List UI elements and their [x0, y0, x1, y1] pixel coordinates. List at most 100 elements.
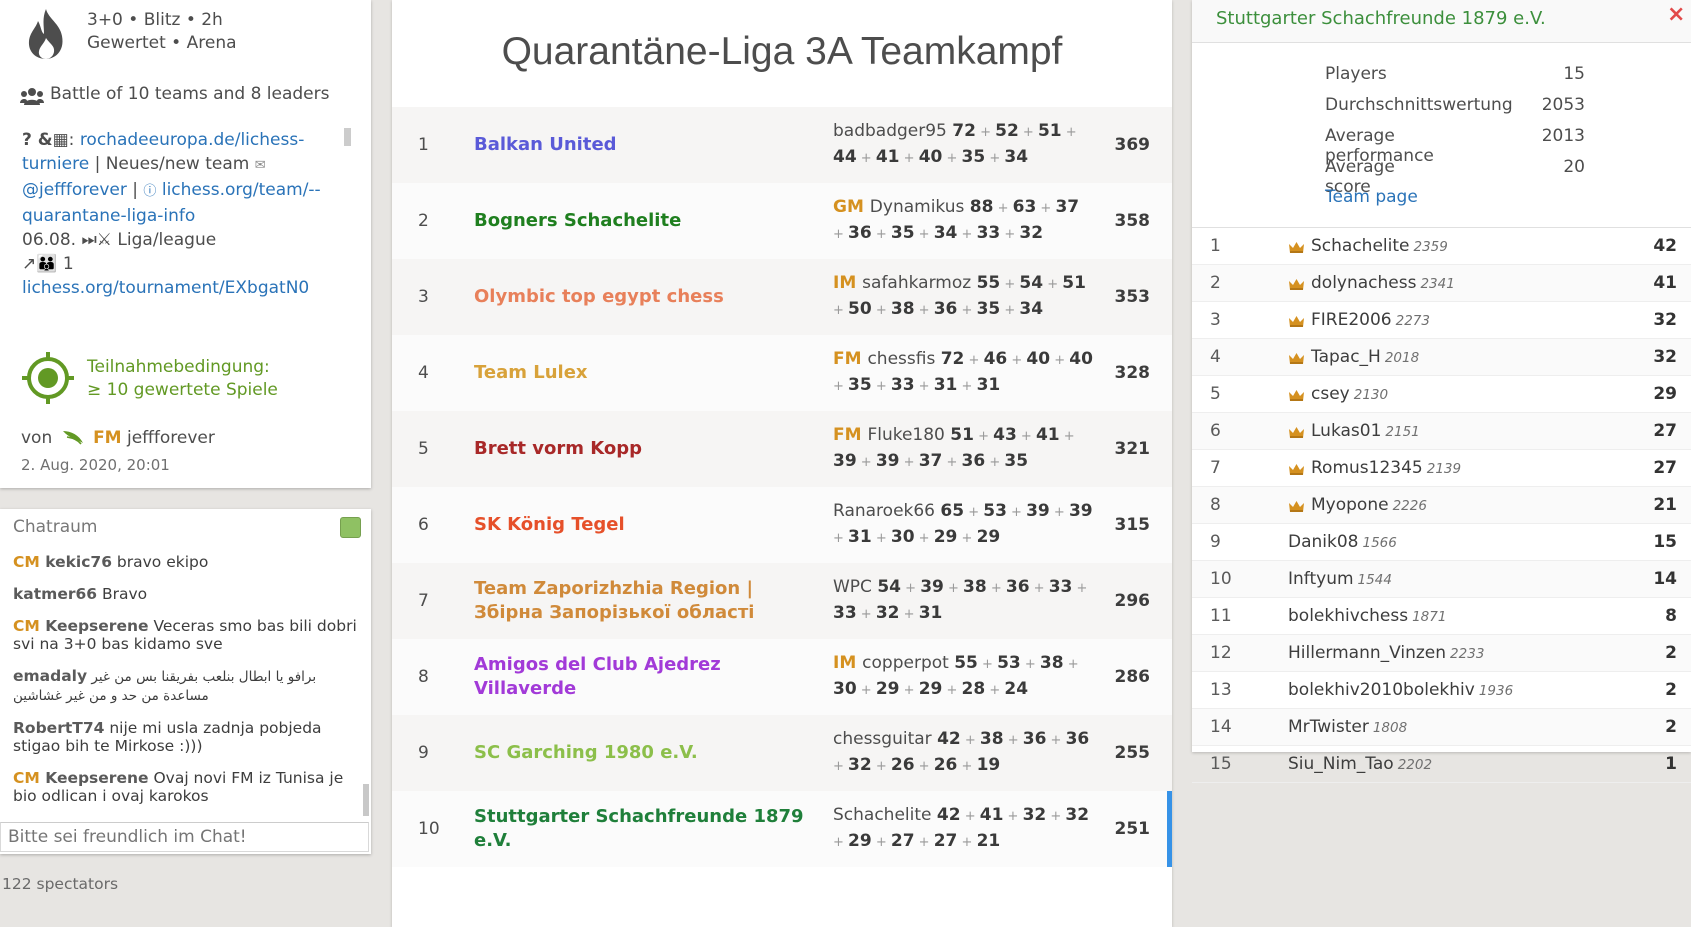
player-name[interactable]: Romus12345 2139: [1311, 450, 1461, 487]
team-name[interactable]: Amigos del Club Ajedrez Villaverde: [474, 639, 804, 715]
player-rating: 2226: [1392, 498, 1427, 514]
player-name[interactable]: bolekhiv2010bolekhiv 1936: [1288, 672, 1513, 709]
info-icon: ⓘ: [143, 184, 157, 199]
chat-text: bravo ekipo: [112, 553, 209, 571]
player-name[interactable]: bolekhivchess 1871: [1288, 598, 1446, 635]
team-player-row[interactable]: 8 Myopone 2226 21: [1192, 487, 1691, 524]
team-player-row[interactable]: 10 Inftyum 1544 14: [1192, 561, 1691, 598]
team-info-panel: Stuttgarter Schachfreunde 1879 e.V. × Pl…: [1192, 0, 1691, 783]
player-score: 34: [1019, 299, 1044, 319]
crown-icon: [1288, 387, 1305, 401]
player-score: 29: [848, 831, 872, 851]
team-top-players: badbadger95 72 + 52 + 51 + 44 + 41 + 40 …: [833, 107, 1093, 183]
player-score: 34: [933, 223, 958, 243]
plus-sign: +: [964, 353, 984, 368]
team-name[interactable]: Bogners Schachelite: [474, 183, 804, 259]
leader-name[interactable]: copperpot: [862, 653, 954, 673]
player-name[interactable]: Danik08 1566: [1288, 524, 1397, 561]
team-player-row[interactable]: 13 bolekhiv2010bolekhiv 1936 2: [1192, 672, 1691, 709]
plus-sign: +: [914, 227, 934, 242]
creator-name[interactable]: jeffforever: [127, 428, 215, 448]
team-player-row[interactable]: 5 csey 2130 29: [1192, 376, 1691, 413]
leader-name[interactable]: Dynamikus: [870, 197, 970, 217]
leader-name[interactable]: Ranaroek66: [833, 501, 940, 521]
player-name[interactable]: Myopone 2226: [1311, 487, 1427, 524]
chat-username[interactable]: kekic76: [45, 553, 112, 571]
chat-username[interactable]: Keepserene: [45, 617, 148, 635]
team-page-link[interactable]: Team page: [1325, 187, 1418, 207]
plus-sign: +: [957, 835, 977, 850]
team-player-row[interactable]: 1 Schachelite 2359 42: [1192, 228, 1691, 265]
team-row[interactable]: 3 Olymbic top egypt chess IM safahkarmoz 5…: [392, 259, 1172, 335]
team-player-row[interactable]: 3 FIRE2006 2273 32: [1192, 302, 1691, 339]
chat-user-title: CM: [13, 553, 46, 571]
team-player-row[interactable]: 6 Lukas01 2151 27: [1192, 413, 1691, 450]
team-row[interactable]: 2 Bogners Schachelite GM Dynamikus 88 + 63…: [392, 183, 1172, 259]
player-name[interactable]: Siu_Nim_Tao 2202: [1288, 746, 1432, 783]
description-scrollbar[interactable]: [344, 128, 351, 146]
player-name[interactable]: dolynachess 2341: [1311, 265, 1455, 302]
desc-handle-link[interactable]: @jeffforever: [22, 180, 127, 200]
team-row[interactable]: 10 Stuttgarter Schachfreunde 1879 e.V. Sch…: [392, 791, 1172, 867]
team-row[interactable]: 7 Team Zaporizhzhia Region | Збірна Запор…: [392, 563, 1172, 639]
player-score: 36: [1065, 729, 1090, 749]
team-row[interactable]: 9 SC Garching 1980 e.V. chessguitar 42 + 3…: [392, 715, 1172, 791]
chat-scrollbar[interactable]: [363, 784, 369, 816]
team-stat-value: 20: [1563, 157, 1585, 177]
team-name[interactable]: SC Garching 1980 e.V.: [474, 715, 804, 791]
desc-link-tournament[interactable]: lichess.org/tournament/EXbgatN0: [22, 278, 309, 298]
player-name[interactable]: FIRE2006 2273: [1311, 302, 1430, 339]
chat-toggle-checkbox[interactable]: [340, 517, 361, 538]
leader-name[interactable]: Schachelite: [833, 805, 937, 825]
team-row[interactable]: 5 Brett vorm Kopp FM Fluke180 51 + 43 + 41…: [392, 411, 1172, 487]
player-score: 32: [1022, 805, 1047, 825]
player-score: 36: [961, 451, 986, 471]
player-score: 36: [1005, 577, 1030, 597]
player-name[interactable]: MrTwister 1808: [1288, 709, 1407, 746]
team-player-row[interactable]: 14 MrTwister 1808 2: [1192, 709, 1691, 746]
leader-name[interactable]: Fluke180: [867, 425, 950, 445]
team-total-score: 328: [1114, 363, 1151, 383]
team-player-row[interactable]: 7 Romus12345 2139 27: [1192, 450, 1691, 487]
team-name[interactable]: Balkan United: [474, 107, 804, 183]
chat-username[interactable]: emadaly: [13, 667, 87, 685]
player-name[interactable]: Lukas01 2151: [1311, 413, 1420, 450]
close-icon[interactable]: ×: [1667, 2, 1685, 27]
player-name[interactable]: Schachelite 2359: [1311, 228, 1448, 265]
team-name[interactable]: Stuttgarter Schachfreunde 1879 e.V.: [474, 791, 804, 867]
leader-name[interactable]: badbadger95: [833, 121, 952, 141]
chat-username[interactable]: katmer66: [13, 585, 97, 603]
player-name[interactable]: Inftyum 1544: [1288, 561, 1392, 598]
team-row[interactable]: 8 Amigos del Club Ajedrez Villaverde IM co…: [392, 639, 1172, 715]
player-name[interactable]: Hillermann_Vinzen 2233: [1288, 635, 1484, 672]
leader-name[interactable]: safahkarmoz: [862, 273, 976, 293]
player-score: 2: [1665, 643, 1677, 663]
team-player-row[interactable]: 2 dolynachess 2341 41: [1192, 265, 1691, 302]
team-player-row[interactable]: 11 bolekhivchess 1871 8: [1192, 598, 1691, 635]
team-name[interactable]: Team Lulex: [474, 335, 804, 411]
chat-input[interactable]: [0, 822, 369, 852]
player-name[interactable]: Tapac_H 2018: [1311, 339, 1419, 376]
player-name[interactable]: csey 2130: [1311, 376, 1388, 413]
leader-title: IM: [833, 273, 863, 293]
chat-username[interactable]: RobertT74: [13, 719, 104, 737]
leader-name[interactable]: chessguitar: [833, 729, 937, 749]
leader-name[interactable]: chessfis: [867, 349, 940, 369]
player-score: 27: [933, 831, 958, 851]
team-row[interactable]: 1 Balkan United badbadger95 72 + 52 + 51 +…: [392, 107, 1172, 183]
team-player-row[interactable]: 9 Danik08 1566 15: [1192, 524, 1691, 561]
team-row[interactable]: 4 Team Lulex FM chessfis 72 + 46 + 40 + 40…: [392, 335, 1172, 411]
player-score: 34: [1004, 147, 1029, 167]
team-player-row[interactable]: 12 Hillermann_Vinzen 2233 2: [1192, 635, 1691, 672]
team-name[interactable]: Team Zaporizhzhia Region | Збірна Запорі…: [474, 563, 804, 639]
team-name[interactable]: SK König Tegel: [474, 487, 804, 563]
team-name[interactable]: Olymbic top egypt chess: [474, 259, 804, 335]
player-rating: 2151: [1385, 424, 1420, 440]
team-name[interactable]: Brett vorm Kopp: [474, 411, 804, 487]
leader-title: IM: [833, 653, 863, 673]
team-player-row[interactable]: 4 Tapac_H 2018 32: [1192, 339, 1691, 376]
leader-name[interactable]: WPC: [833, 577, 877, 597]
team-row[interactable]: 6 SK König Tegel Ranaroek66 65 + 53 + 39 +…: [392, 487, 1172, 563]
chat-username[interactable]: Keepserene: [45, 769, 148, 787]
team-player-row[interactable]: 15 Siu_Nim_Tao 2202 1: [1192, 746, 1691, 783]
